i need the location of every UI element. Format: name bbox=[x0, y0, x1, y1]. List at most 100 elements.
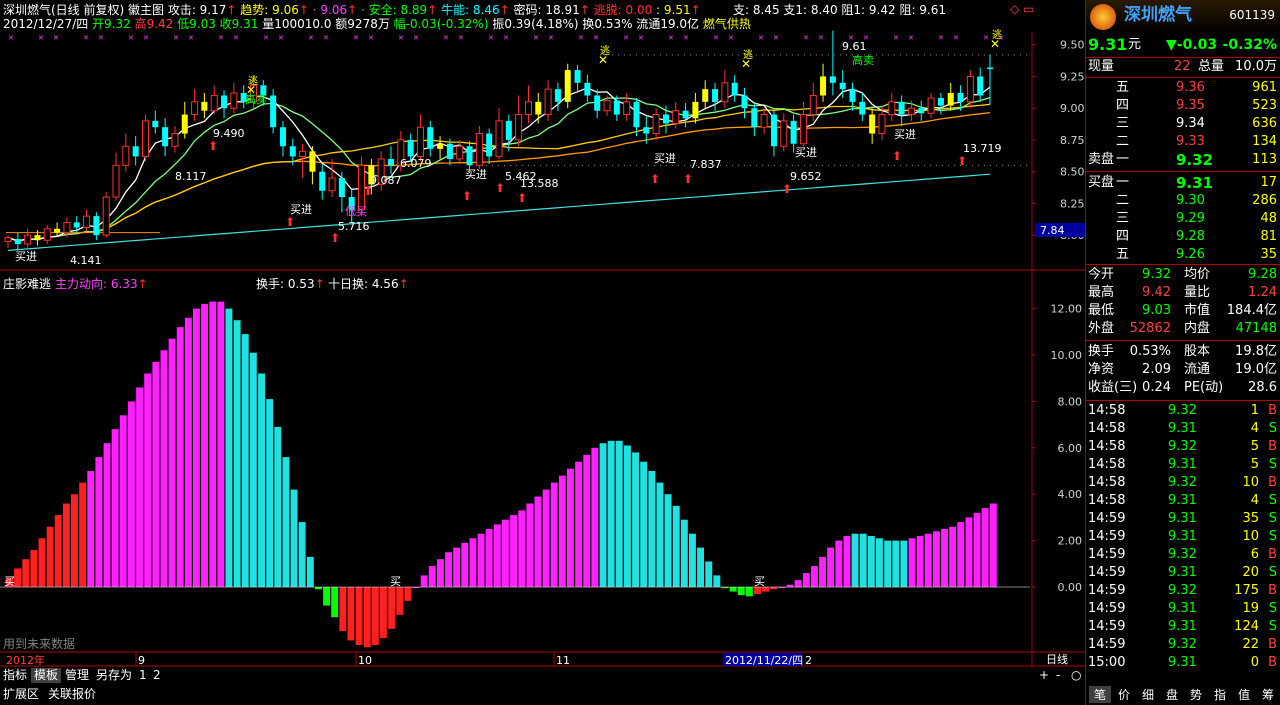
tab-manage[interactable]: 管理 bbox=[62, 668, 92, 683]
tick-side: S bbox=[1268, 601, 1277, 616]
indicator-bar bbox=[672, 505, 680, 587]
quote-tab-0[interactable]: 笔 bbox=[1089, 686, 1111, 703]
indicator-bar bbox=[900, 540, 908, 587]
candle-body bbox=[132, 146, 139, 157]
indicator-bar bbox=[892, 540, 900, 587]
zoom-out-button[interactable]: - bbox=[1053, 668, 1063, 683]
indicator-seg: 攻击: 9.17 bbox=[167, 3, 227, 17]
top-marker: ✕ bbox=[773, 34, 779, 42]
tick-time: 14:59 bbox=[1088, 619, 1126, 634]
tick-time: 14:58 bbox=[1088, 457, 1126, 472]
indicator-bar bbox=[71, 494, 78, 587]
indicator-bar bbox=[802, 573, 810, 587]
indicator-bar bbox=[388, 587, 396, 629]
quote-seg: 额9278万 bbox=[335, 17, 394, 31]
candle-body bbox=[702, 89, 709, 102]
tick-time: 14:59 bbox=[1088, 529, 1126, 544]
buy-signal-label: 买进 bbox=[654, 152, 676, 165]
indicator-bar bbox=[615, 440, 623, 587]
quote-tab-2[interactable]: 细 bbox=[1137, 686, 1159, 703]
price-annotation: 9.087 bbox=[370, 174, 402, 187]
tab-related-quotes[interactable]: 关联报价 bbox=[48, 685, 96, 703]
quote-seg: 燃气供热 bbox=[702, 17, 751, 31]
indicator-seg: ↑ bbox=[690, 3, 701, 17]
bid-level: 二 bbox=[1116, 193, 1130, 208]
quote-tab-1[interactable]: 价 bbox=[1113, 686, 1135, 703]
chart-canvas[interactable]: 9.50 9.25 9.00 8.75 8.50 8.25 8.00 7.84 12.00 10.… bbox=[0, 0, 1085, 668]
candle-body bbox=[475, 133, 483, 166]
indicator-bar bbox=[103, 443, 111, 588]
quote-tab-7[interactable]: 筹 bbox=[1257, 686, 1279, 703]
top-marker: ✕ bbox=[683, 34, 689, 42]
tick-row: 15:00 9.31 0 B bbox=[1086, 654, 1280, 672]
tab-save-as[interactable]: 另存为 bbox=[93, 668, 135, 683]
window-icons[interactable]: ◇ ▭ bbox=[1010, 2, 1034, 16]
ask-level: 二 bbox=[1116, 134, 1130, 149]
indicator-bar bbox=[193, 308, 200, 588]
indicator-bar bbox=[420, 575, 428, 587]
tick-time: 14:59 bbox=[1088, 565, 1126, 580]
tick-vol: 1 bbox=[1250, 403, 1259, 418]
time-label-sep: 9 bbox=[138, 654, 145, 667]
stat-value: 9.28 bbox=[1248, 267, 1277, 282]
bid-vol: 81 bbox=[1260, 229, 1277, 244]
indicator-bar bbox=[331, 587, 339, 618]
top-marker: ✕ bbox=[728, 34, 734, 42]
tick-side: S bbox=[1268, 421, 1277, 436]
tick-side: B bbox=[1268, 439, 1277, 454]
ten-day-turnover: 十日换: 4.56↑ bbox=[328, 277, 409, 291]
chart-area[interactable]: 9.50 9.25 9.00 8.75 8.50 8.25 8.00 7.84 12.00 10.… bbox=[0, 0, 1085, 668]
tick-vol: 124 bbox=[1234, 619, 1259, 634]
buy-signal-label: 买进 bbox=[795, 146, 817, 159]
tab-indicator[interactable]: 指标 bbox=[0, 668, 30, 683]
indicator-bar bbox=[119, 415, 127, 587]
tick-row: 14:59 9.31 10 S bbox=[1086, 528, 1280, 546]
tick-vol: 5 bbox=[1250, 457, 1259, 472]
tick-vol: 19 bbox=[1242, 601, 1259, 616]
indicator-bar bbox=[697, 547, 704, 587]
indicator-bar bbox=[111, 429, 119, 587]
indicator-bar bbox=[160, 350, 168, 587]
indicator-bar bbox=[575, 461, 583, 587]
candle-body bbox=[122, 145, 130, 166]
candle-body bbox=[898, 101, 905, 115]
stat-value: 19.0亿 bbox=[1235, 362, 1277, 377]
indicator-bar bbox=[184, 317, 192, 587]
reset-button[interactable]: ○ bbox=[1068, 668, 1084, 683]
tick-side: B bbox=[1268, 583, 1277, 598]
indicator-bar bbox=[851, 533, 859, 588]
tab-2[interactable]: 2 bbox=[150, 668, 164, 683]
tab-extension[interactable]: 扩展区 bbox=[3, 685, 39, 703]
ask-level: 五 bbox=[1116, 80, 1130, 95]
tick-vol: 10 bbox=[1242, 529, 1259, 544]
top-marker: ✕ bbox=[98, 34, 104, 42]
candle-body bbox=[849, 89, 856, 102]
quote-tab-3[interactable]: 盘 bbox=[1161, 686, 1183, 703]
indicator-bar bbox=[274, 426, 282, 587]
tab-1[interactable]: 1 bbox=[136, 668, 150, 683]
indicator-bar bbox=[266, 399, 274, 588]
quote-tab-5[interactable]: 指 bbox=[1209, 686, 1231, 703]
indicator-bar bbox=[396, 587, 404, 615]
time-label-nov: 11 bbox=[556, 654, 570, 667]
up-arrow-icon: ⬆ bbox=[782, 182, 792, 196]
candle-body bbox=[987, 67, 993, 70]
top-marker: ✕ bbox=[368, 34, 374, 42]
quote-tab-4[interactable]: 势 bbox=[1185, 686, 1207, 703]
tick-time: 14:58 bbox=[1088, 403, 1126, 418]
top-marker: ✕ bbox=[38, 34, 44, 42]
up-arrow-icon: ⬆ bbox=[683, 172, 693, 186]
candle-body bbox=[279, 127, 286, 147]
price-axis-label: 8.50 bbox=[1060, 166, 1085, 179]
indicator-bar bbox=[973, 512, 981, 588]
indicator-bar bbox=[62, 503, 70, 587]
tab-template[interactable]: 模板 bbox=[31, 668, 62, 683]
stat-value: 9.03 bbox=[1142, 303, 1171, 318]
indicator-bar bbox=[14, 568, 21, 588]
quote-tab-6[interactable]: 值 bbox=[1233, 686, 1255, 703]
time-label-start: 2012年 bbox=[6, 653, 45, 667]
zoom-in-button[interactable]: + bbox=[1036, 668, 1052, 683]
candle-body bbox=[309, 151, 316, 172]
indicator-bar bbox=[347, 587, 355, 641]
divider bbox=[1086, 171, 1280, 172]
